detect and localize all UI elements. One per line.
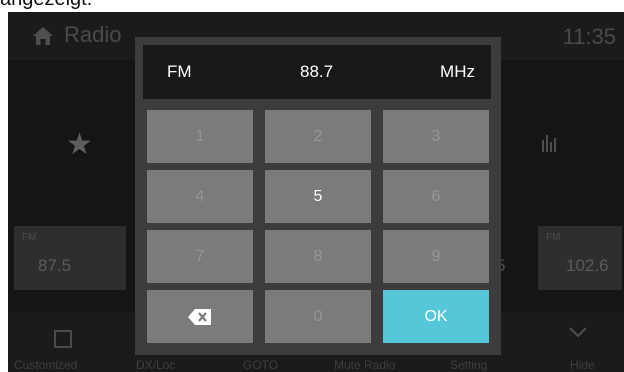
key-4[interactable]: 4 xyxy=(147,170,253,223)
frequency-keypad-dialog: FM 88.7 MHz 1 2 3 4 5 6 7 8 9 0 OK xyxy=(135,37,501,355)
backspace-icon xyxy=(188,308,211,325)
preset-band: FM xyxy=(546,232,561,243)
star-icon[interactable]: ★ xyxy=(66,130,93,160)
key-7[interactable]: 7 xyxy=(147,230,253,283)
ok-button[interactable]: OK xyxy=(383,290,489,343)
edit-icon[interactable] xyxy=(54,330,72,348)
preset-frequency: 102.6 xyxy=(566,256,609,275)
unit-label: MHz xyxy=(440,62,475,81)
customized-button[interactable]: Customized xyxy=(14,358,77,372)
frequency-display: FM 88.7 MHz xyxy=(143,45,491,99)
key-5[interactable]: 5 xyxy=(265,170,371,223)
key-3[interactable]: 3 xyxy=(383,110,489,163)
radio-screen: Radio 11:35 ★ FM 87.5 5 FM 102.6 Customi… xyxy=(8,12,624,372)
chevron-down-icon[interactable] xyxy=(568,326,588,338)
app-title: Radio xyxy=(64,22,122,47)
preset-frequency: 87.5 xyxy=(38,256,72,275)
preset-button[interactable]: FM 102.6 xyxy=(538,226,622,290)
key-1[interactable]: 1 xyxy=(147,110,253,163)
frequency-value: 88.7 xyxy=(300,62,334,81)
caption-text: angezeigt. xyxy=(0,0,92,9)
key-6[interactable]: 6 xyxy=(383,170,489,223)
clock: 11:35 xyxy=(562,24,616,49)
key-9[interactable]: 9 xyxy=(383,230,489,283)
backspace-button[interactable] xyxy=(147,290,253,343)
key-0[interactable]: 0 xyxy=(265,290,371,343)
hide-button[interactable]: Hide xyxy=(570,358,595,372)
key-8[interactable]: 8 xyxy=(265,230,371,283)
preset-band: FM xyxy=(22,232,37,243)
mute-radio-button[interactable]: Mute Radio xyxy=(334,358,395,372)
home-icon[interactable] xyxy=(32,26,54,46)
goto-button[interactable]: GOTO xyxy=(243,358,278,372)
equalizer-icon[interactable] xyxy=(541,132,559,152)
preset-button[interactable]: FM 87.5 xyxy=(14,226,126,290)
key-2[interactable]: 2 xyxy=(265,110,371,163)
setting-button[interactable]: Setting xyxy=(450,358,487,372)
band-label: FM xyxy=(167,62,192,81)
dx-loc-button[interactable]: DX/Loc xyxy=(136,358,175,372)
